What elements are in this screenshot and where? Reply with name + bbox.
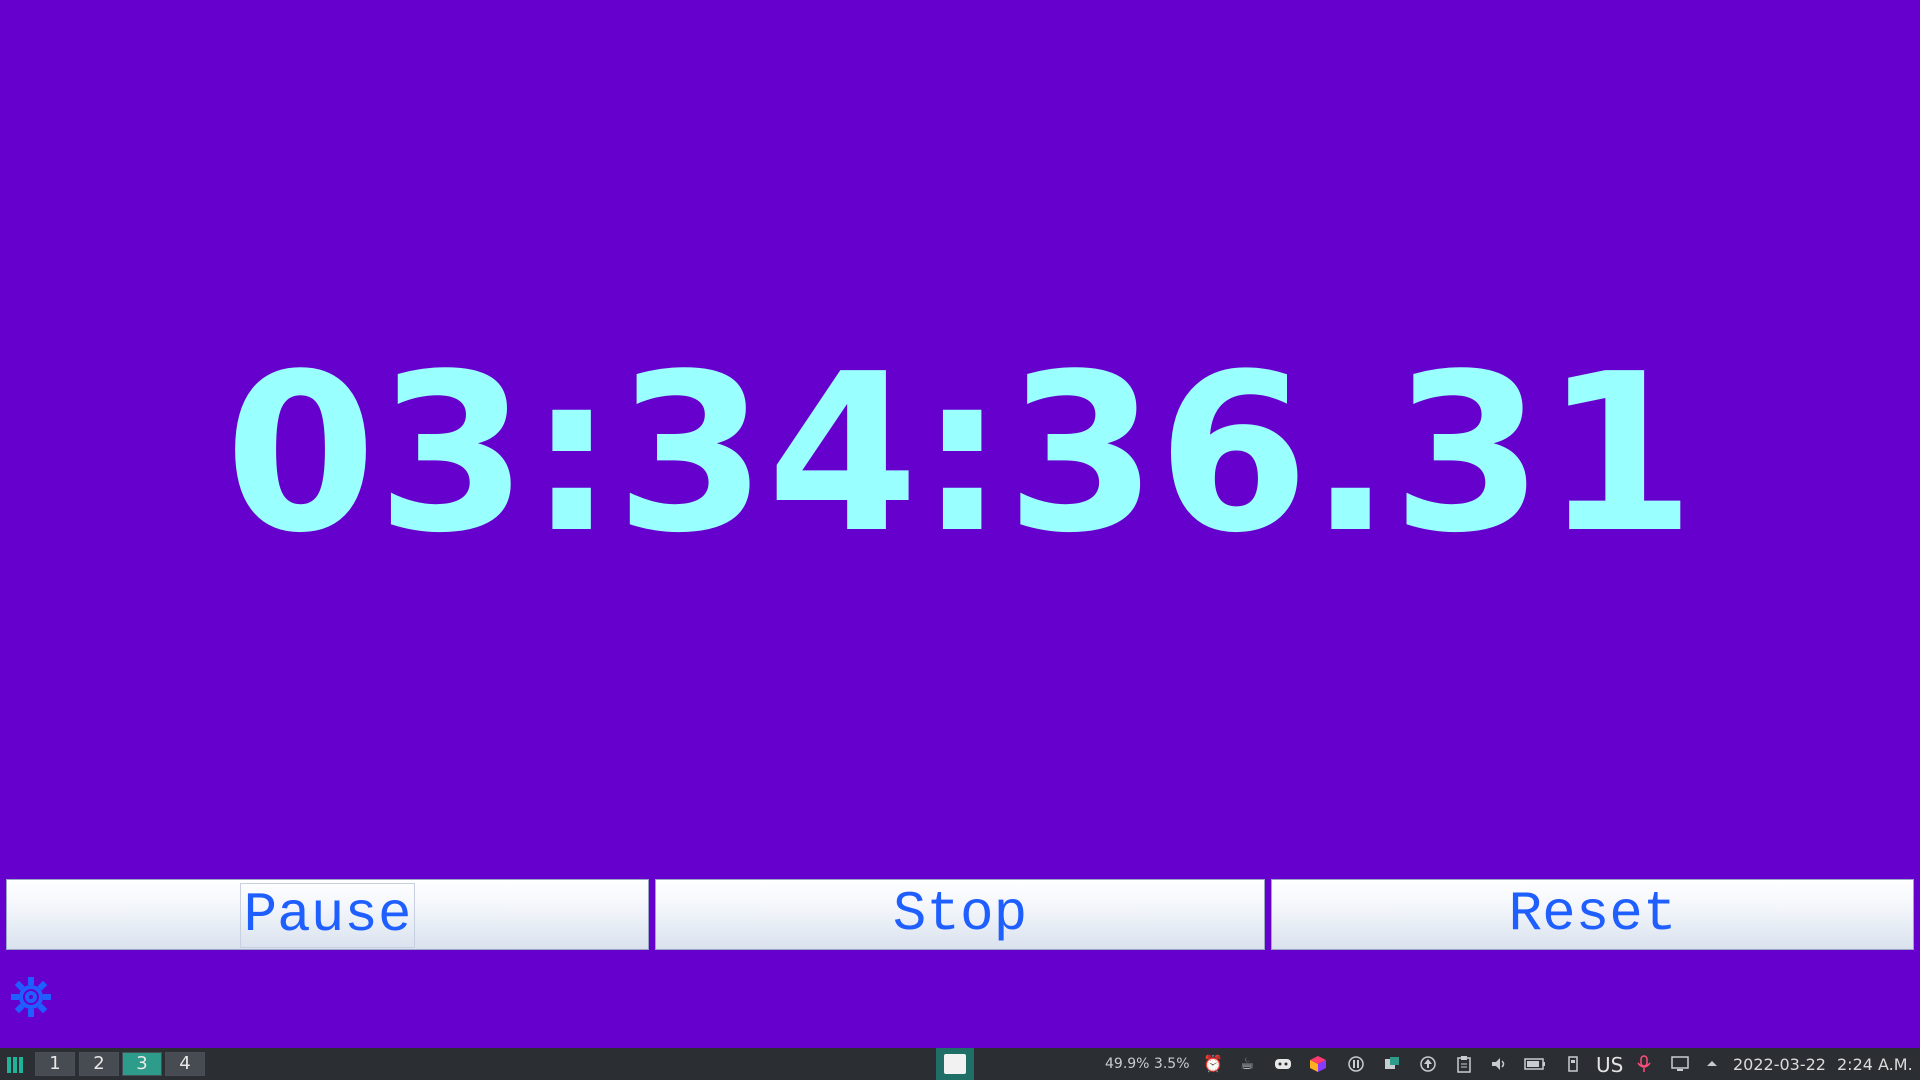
keyboard-layout[interactable]: US xyxy=(1596,1053,1623,1077)
window-icon[interactable] xyxy=(1383,1055,1401,1073)
expand-tray-icon[interactable] xyxy=(1703,1055,1721,1073)
workspace-2[interactable]: 2 xyxy=(79,1052,119,1076)
pause-button[interactable]: Pause xyxy=(6,879,649,950)
stopwatch-window: 03:34:36.31 Pause Stop Reset xyxy=(0,0,1920,1048)
coffee-icon[interactable]: ☕ xyxy=(1238,1055,1256,1073)
taskbar: 1 2 3 4 49.9% 3.5% ⏰ ☕ US 2022-03-22 2:2… xyxy=(0,1048,1920,1080)
gear-icon[interactable] xyxy=(9,975,53,1019)
reset-button-label: Reset xyxy=(1508,882,1677,946)
clock-display[interactable]: 2:24 A.M. xyxy=(1837,1055,1913,1074)
display-icon[interactable] xyxy=(1671,1055,1689,1073)
reset-button[interactable]: Reset xyxy=(1271,879,1914,950)
microphone-icon[interactable] xyxy=(1635,1055,1653,1073)
workspace-1[interactable]: 1 xyxy=(35,1052,75,1076)
elapsed-time-display: 03:34:36.31 xyxy=(224,328,1696,581)
stop-button[interactable]: Stop xyxy=(655,879,1265,950)
discord-icon[interactable] xyxy=(1274,1055,1292,1073)
upload-icon[interactable] xyxy=(1419,1055,1437,1073)
application-menu-icon[interactable] xyxy=(6,1056,24,1074)
usb-icon[interactable] xyxy=(1564,1055,1582,1073)
pause-button-label: Pause xyxy=(240,883,415,948)
cpu-monitor[interactable]: 49.9% 3.5% xyxy=(1105,1056,1190,1072)
colorful-cube-icon[interactable] xyxy=(1309,1055,1327,1073)
alarm-icon[interactable]: ⏰ xyxy=(1203,1055,1223,1073)
app-icon xyxy=(944,1054,966,1074)
battery-icon[interactable] xyxy=(1524,1055,1546,1073)
workspace-4[interactable]: 4 xyxy=(165,1052,205,1076)
control-buttons: Pause Stop Reset xyxy=(6,879,1914,952)
task-stopwatch-app[interactable] xyxy=(936,1048,974,1080)
clipboard-icon[interactable] xyxy=(1455,1055,1473,1073)
date-display[interactable]: 2022-03-22 xyxy=(1733,1055,1826,1074)
stop-button-label: Stop xyxy=(892,882,1028,946)
volume-icon[interactable] xyxy=(1490,1055,1508,1073)
workspace-3[interactable]: 3 xyxy=(122,1052,162,1076)
pause-icon[interactable] xyxy=(1347,1055,1365,1073)
